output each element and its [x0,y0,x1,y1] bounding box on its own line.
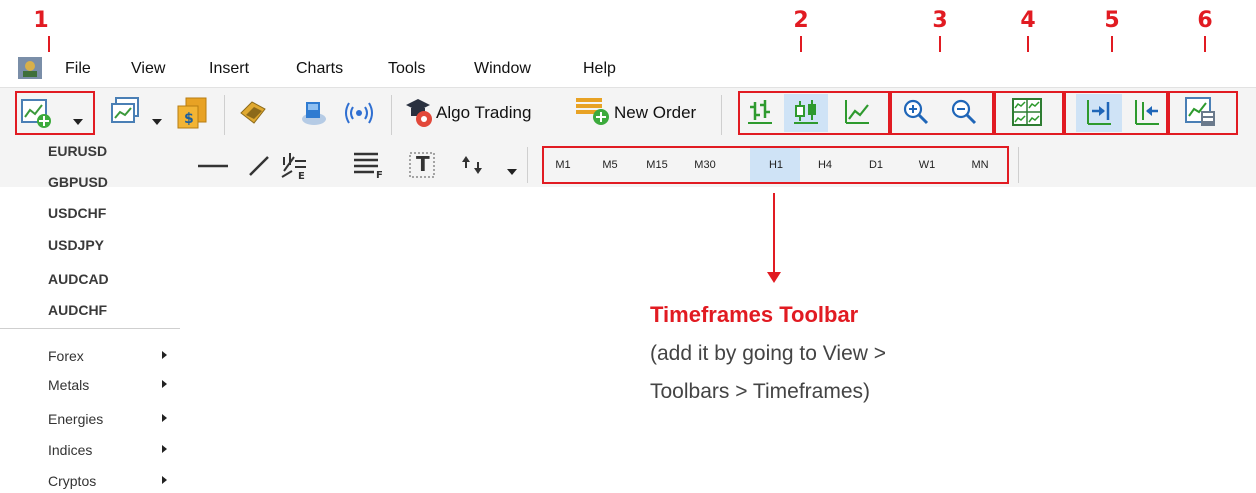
algo-trading-label[interactable]: Algo Trading [436,103,531,123]
submenu-arrow-icon [162,380,167,388]
symbol-usdjpy[interactable]: USDJPY [48,237,104,253]
menu-tools[interactable]: Tools [388,60,425,78]
annotation-number-5: 5 [1104,8,1120,33]
arrows-tool-icon[interactable] [460,152,486,178]
submenu-arrow-icon [162,476,167,484]
category-cryptos[interactable]: Cryptos [48,473,96,489]
toolbar-separator [224,95,225,135]
category-metals[interactable]: Metals [48,377,89,393]
profiles-icon[interactable] [110,96,142,128]
menu-bar [0,52,1256,86]
menu-insert[interactable]: Insert [209,60,249,78]
equidistant-channel-icon[interactable]: E [280,151,312,182]
annotation-number-6: 6 [1197,8,1213,33]
category-indices[interactable]: Indices [48,442,92,458]
app-logo-icon [18,57,42,79]
symbol-gbpusd[interactable]: GBPUSD [48,174,108,190]
annotation-box-5 [1064,91,1168,135]
annotation-number-1: 1 [33,8,49,33]
menu-window[interactable]: Window [474,60,531,78]
toolbar-separator [1018,147,1019,183]
annotation-number-2: 2 [793,8,809,33]
menu-charts[interactable]: Charts [296,60,343,78]
signals-icon[interactable] [344,100,374,126]
symbol-audchf[interactable]: AUDCHF [48,302,107,318]
symbol-audcad[interactable]: AUDCAD [48,271,109,287]
annotation-note-line1: (add it by going to View > [650,342,887,365]
new-order-icon[interactable] [575,95,611,127]
annotation-note-line2: Toolbars > Timeframes) [650,380,870,403]
annotation-box-1 [15,91,95,135]
trading-icon[interactable] [238,99,268,127]
toolbar-separator [721,95,722,135]
symbol-usdchf[interactable]: USDCHF [48,205,106,221]
sidebar-divider [0,328,180,329]
submenu-arrow-icon [162,414,167,422]
svg-text:E: E [298,171,305,181]
submenu-arrow-icon [162,351,167,359]
menu-file[interactable]: File [65,60,91,78]
timeframes-annotation-arrow [767,193,781,283]
fibonacci-icon[interactable]: F [352,150,386,181]
market-watch-icon[interactable]: $ [176,96,208,130]
category-forex[interactable]: Forex [48,348,84,364]
category-energies[interactable]: Energies [48,411,103,427]
chevron-down-icon[interactable] [507,162,517,175]
algo-trading-icon[interactable] [404,96,434,128]
annotation-number-4: 4 [1020,8,1036,33]
horizontal-line-icon[interactable] [196,156,230,176]
navigator-icon[interactable] [298,97,328,127]
annotation-title: Timeframes Toolbar [650,302,859,327]
timeframes-annotation-box [542,146,1009,184]
text-tool-glyph: T [416,152,430,176]
menu-view[interactable]: View [131,60,165,78]
svg-text:$: $ [184,111,194,127]
chevron-down-icon[interactable] [152,112,162,125]
new-order-label[interactable]: New Order [614,103,696,123]
trendline-icon[interactable] [246,154,272,178]
annotation-box-4 [994,91,1064,135]
submenu-arrow-icon [162,445,167,453]
svg-text:F: F [376,170,383,180]
toolbar-separator [391,95,392,135]
annotation-box-3 [890,91,994,135]
symbol-eurusd[interactable]: EURUSD [48,143,107,159]
annotation-box-2 [738,91,890,135]
toolbar-separator [527,147,528,183]
annotation-box-6 [1168,91,1238,135]
menu-help[interactable]: Help [583,60,616,78]
annotation-number-3: 3 [932,8,948,33]
